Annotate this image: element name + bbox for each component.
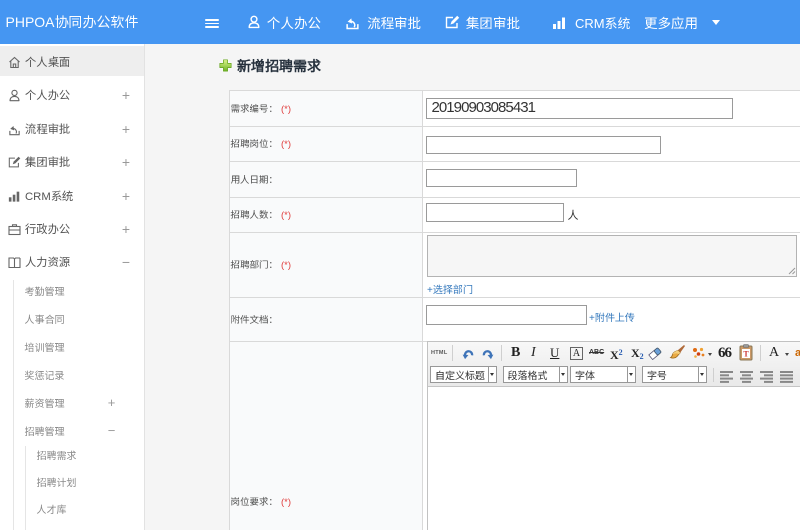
svg-text:T: T: [743, 350, 749, 359]
